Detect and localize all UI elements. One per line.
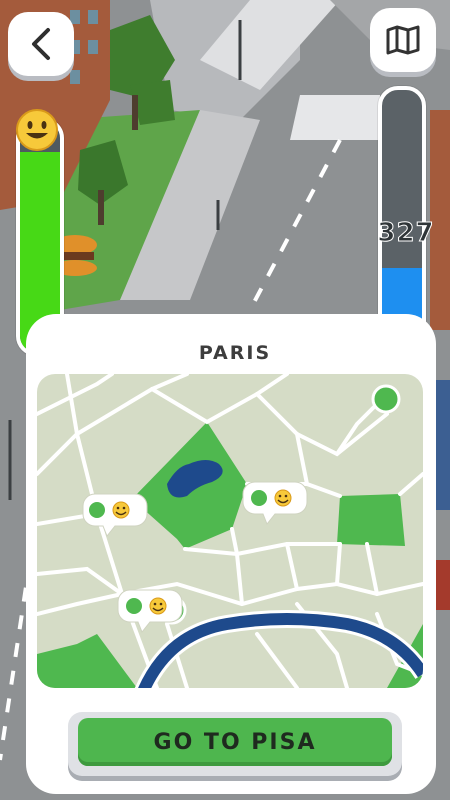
go-button-label: GO TO PISA: [78, 718, 392, 766]
smiley-face-icon: [112, 501, 130, 519]
score-counter: 327: [377, 218, 435, 249]
smiley-face-icon: [16, 109, 58, 151]
chevron-left-icon: [32, 28, 50, 60]
map-location-dot[interactable]: [371, 384, 401, 414]
smiley-face-icon: [274, 489, 292, 507]
map-button[interactable]: [370, 8, 436, 72]
city-map: [37, 374, 423, 688]
smiley-face-icon: [149, 597, 167, 615]
folded-map-icon: [386, 25, 420, 55]
city-title: PARIS: [198, 342, 272, 364]
go-to-next-city-button[interactable]: GO TO PISA: [68, 712, 402, 776]
crosswalk: [290, 95, 380, 140]
map-park: [337, 494, 405, 546]
back-button[interactable]: [8, 12, 74, 76]
